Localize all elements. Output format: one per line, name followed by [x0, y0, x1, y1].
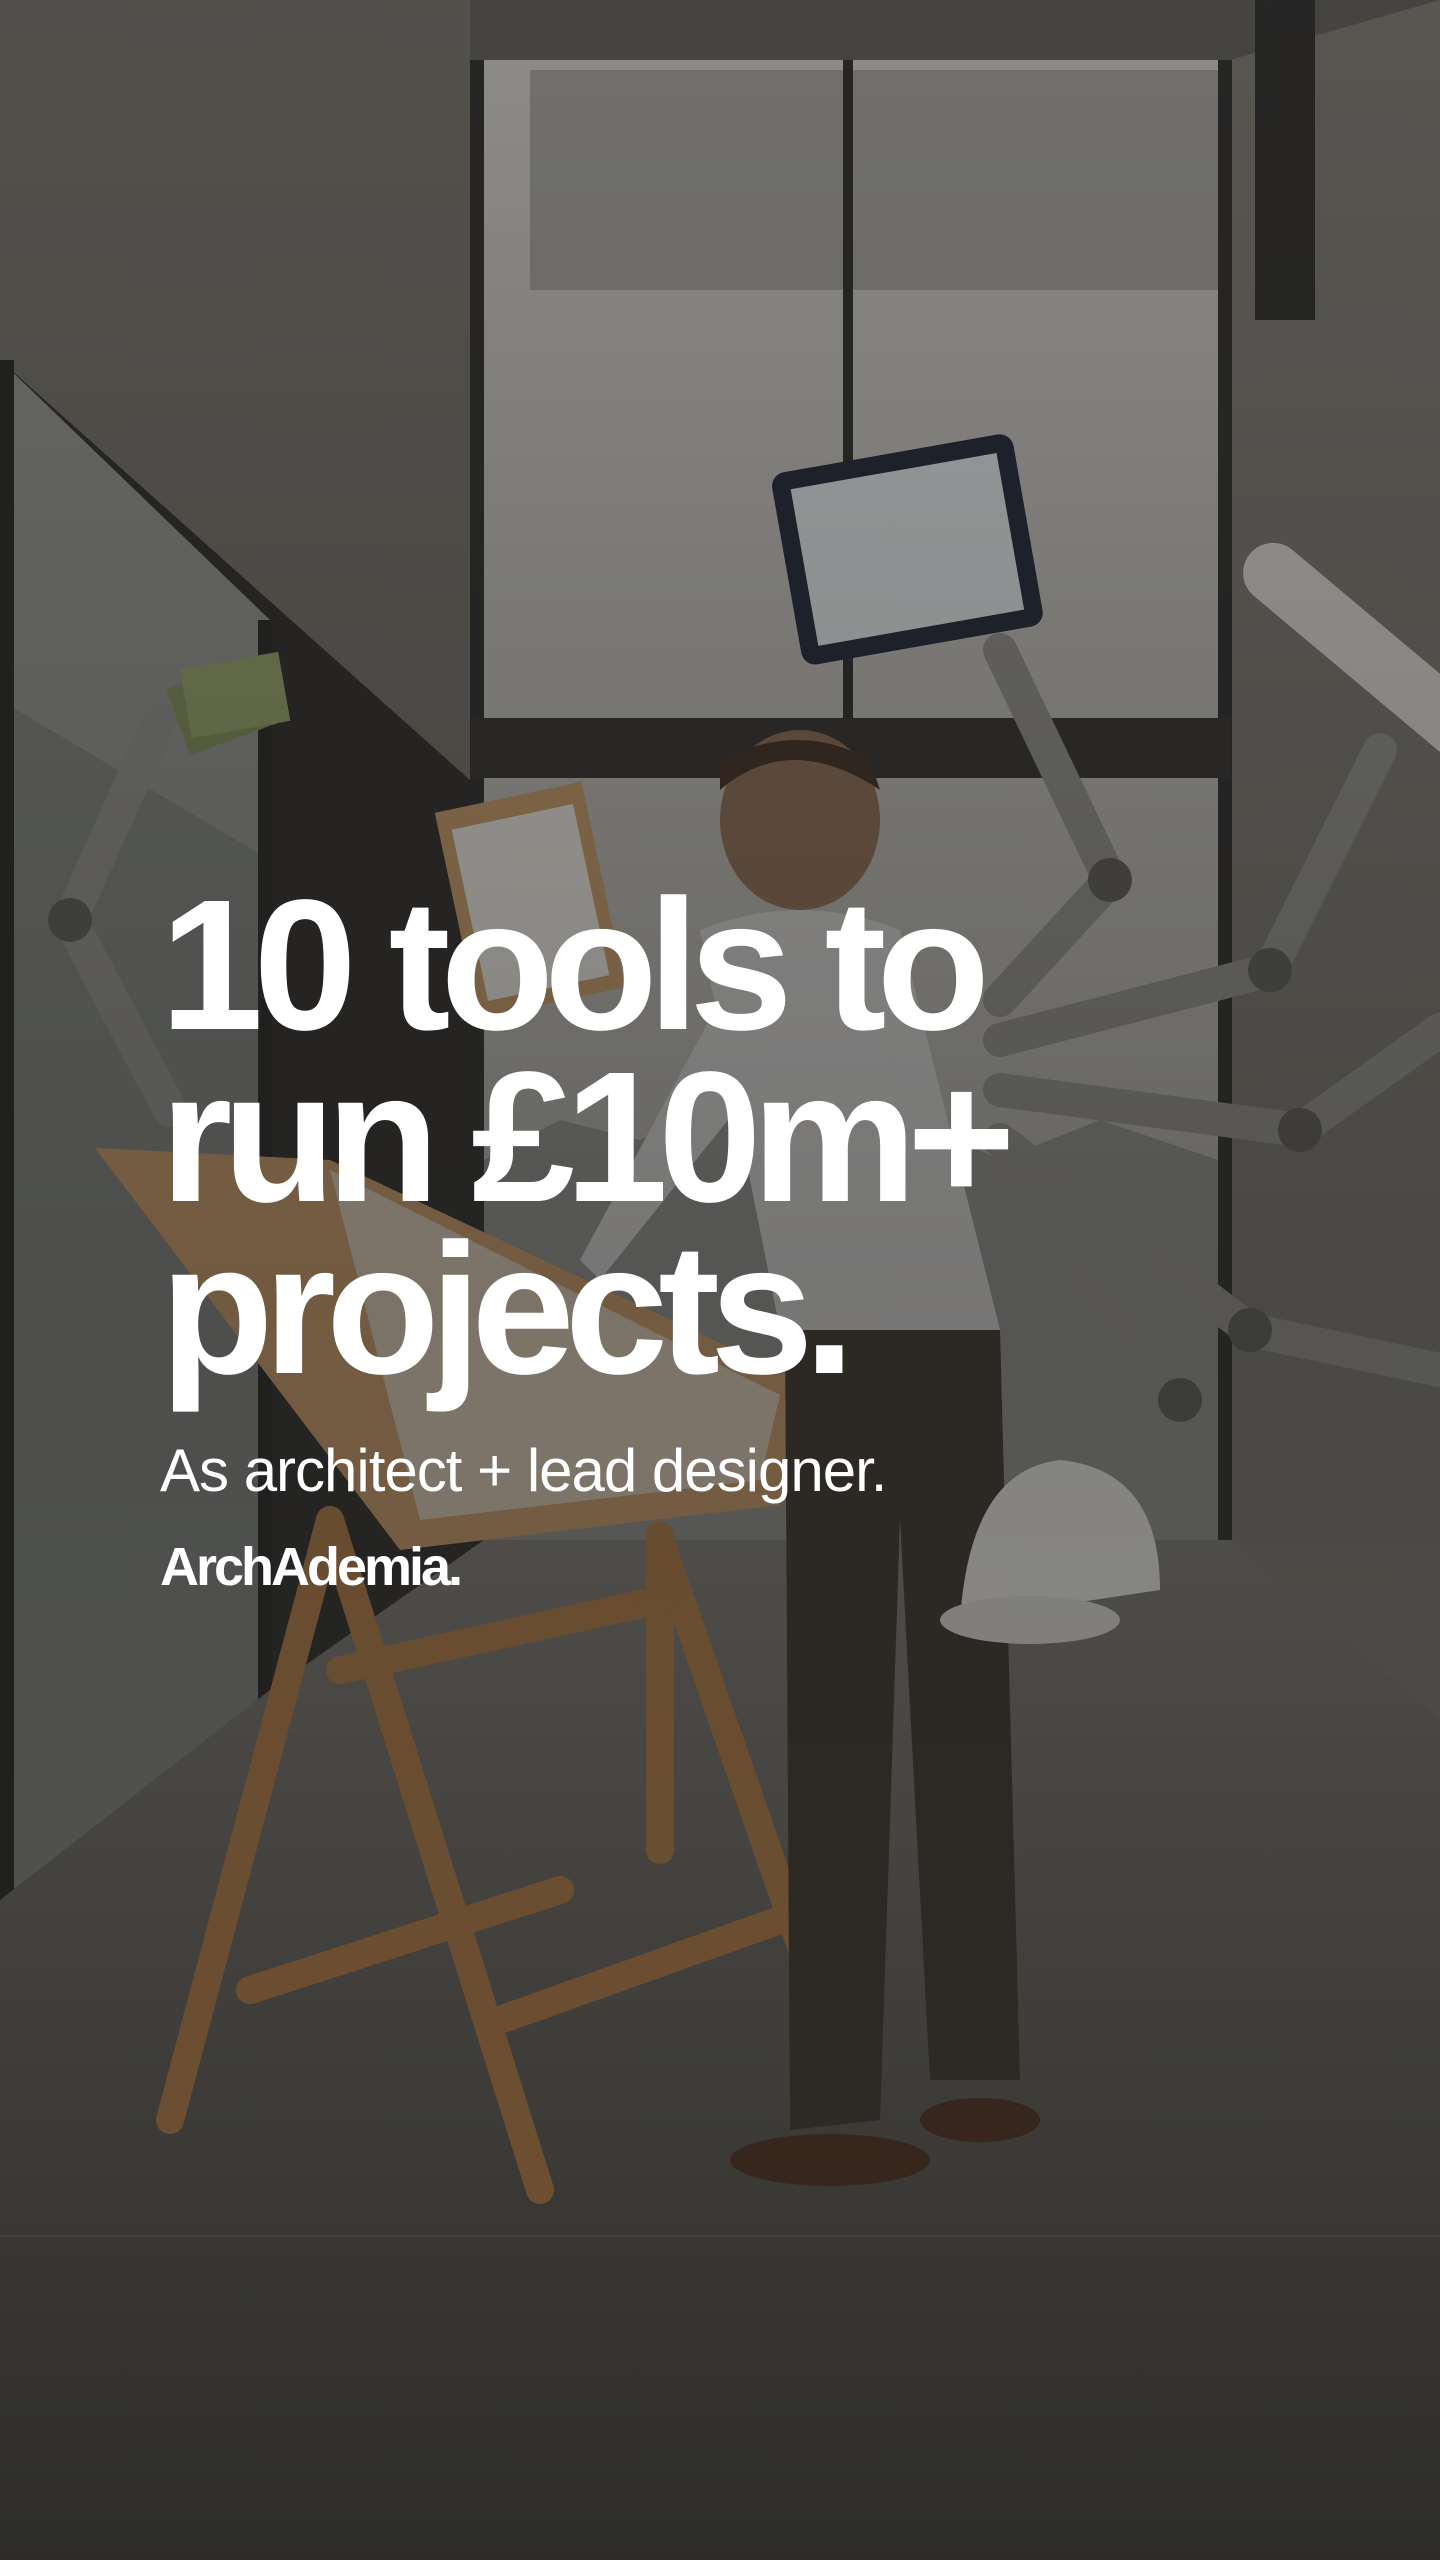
headline-line-3: projects.: [160, 1206, 855, 1413]
headline-line-1: 10 tools to: [160, 862, 990, 1069]
headline: 10 tools to run £10m+ projects.: [160, 862, 1360, 1413]
brand-wordmark: ArchAdemia.: [160, 1537, 463, 1597]
subheadline: As architect + lead designer.: [160, 1437, 887, 1504]
hero-poster: 10 tools to run £10m+ projects. As archi…: [0, 0, 1440, 2560]
headline-line-2: run £10m+: [160, 1034, 1016, 1241]
